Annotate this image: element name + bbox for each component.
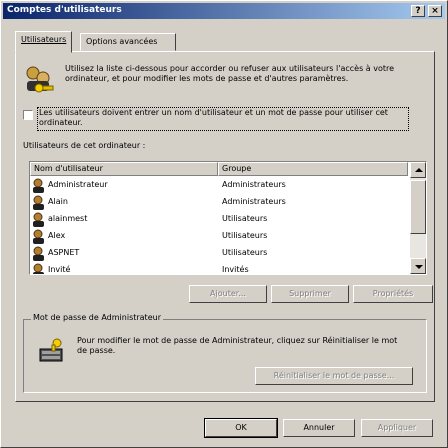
admin-password-title: Mot de passe de Administrateur: [31, 313, 163, 322]
user-icon: [33, 246, 44, 261]
table-row[interactable]: Administrateur Administrateurs: [32, 177, 408, 194]
user-group: Administrateurs: [222, 180, 286, 189]
apply-button[interactable]: Appliquer: [361, 419, 433, 437]
cancel-button[interactable]: Annuler: [283, 419, 355, 437]
require-login-label[interactable]: Les utilisateurs doivent entrer un nom d…: [39, 108, 411, 128]
delete-user-button[interactable]: Supprimer: [271, 285, 349, 303]
user-name: ASPNET: [48, 248, 80, 257]
properties-button[interactable]: Propriétés: [353, 285, 433, 303]
tab-options-avancees[interactable]: Options avancées: [80, 33, 176, 51]
password-keyboard-icon: [39, 338, 63, 362]
tab-label: Utilisateurs: [21, 35, 67, 44]
user-icon: [33, 212, 44, 227]
title-bar[interactable]: Comptes d'utilisateurs ? ×: [3, 3, 445, 19]
user-name: Administrateur: [48, 180, 108, 189]
users-keys-icon: [26, 66, 54, 93]
user-name: Alex: [48, 231, 66, 240]
ok-button[interactable]: OK: [204, 418, 278, 438]
user-icon: [33, 178, 44, 193]
window-title: Comptes d'utilisateurs: [7, 5, 122, 15]
reset-password-button[interactable]: Réinitialiser le mot de passe...: [255, 367, 413, 385]
user-icon: [33, 195, 44, 210]
users-section-title: Utilisateurs de cet ordinateur :: [23, 141, 146, 150]
table-row[interactable]: Invité Invités: [32, 262, 408, 274]
user-icon: [33, 263, 44, 274]
info-text: Utilisez la liste ci-dessous pour accord…: [65, 64, 395, 83]
user-group: Utilisateurs: [222, 248, 268, 257]
user-group: Utilisateurs: [222, 231, 268, 240]
admin-password-text: Pour modifier le mot de passe de Adminis…: [77, 336, 398, 355]
table-row[interactable]: alainmest Utilisateurs: [32, 211, 408, 228]
user-name: Alain: [48, 197, 68, 206]
tab-utilisateurs[interactable]: Utilisateurs: [15, 31, 73, 53]
arrow-up-icon: [415, 168, 423, 172]
scroll-up-button[interactable]: [410, 162, 426, 178]
users-list[interactable]: Nom d'utilisateur Groupe Administrateur …: [29, 161, 427, 275]
column-header-group[interactable]: Groupe: [218, 162, 408, 176]
user-group: Invités: [222, 265, 249, 274]
user-accounts-dialog: Comptes d'utilisateurs ? × Utilisateurs …: [0, 0, 448, 448]
scroll-thumb[interactable]: [410, 180, 426, 234]
require-login-checkbox[interactable]: [23, 110, 33, 120]
user-group: Utilisateurs: [222, 214, 268, 223]
column-header-username[interactable]: Nom d'utilisateur: [30, 162, 218, 176]
table-row[interactable]: Alain Administrateurs: [32, 194, 408, 211]
user-name: alainmest: [48, 214, 88, 223]
users-list-scrollbar[interactable]: [410, 162, 426, 274]
user-group: Administrateurs: [222, 197, 286, 206]
table-row[interactable]: Alex Utilisateurs: [32, 228, 408, 245]
tab-label: Options avancées: [86, 37, 158, 46]
close-button[interactable]: ×: [428, 5, 442, 17]
scroll-down-button[interactable]: [410, 258, 426, 274]
user-name: Invité: [48, 265, 71, 274]
arrow-down-icon: [415, 265, 423, 269]
add-user-button[interactable]: Ajouter...: [189, 285, 267, 303]
help-button[interactable]: ?: [411, 5, 425, 17]
table-row[interactable]: ASPNET Utilisateurs: [32, 245, 408, 262]
user-icon: [33, 229, 44, 244]
